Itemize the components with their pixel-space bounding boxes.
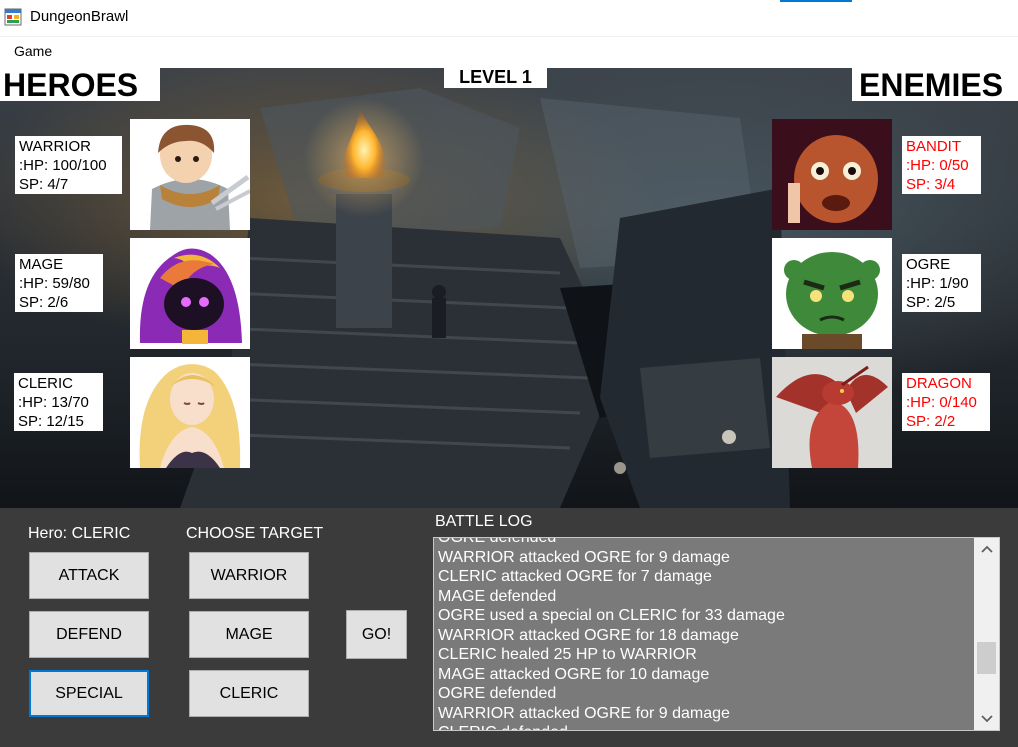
enemy-name: OGRE	[906, 256, 951, 273]
hero-stats-cleric: CLERIC :HP: 13/70 SP: 12/15	[14, 373, 103, 431]
hero-name: MAGE	[19, 256, 64, 273]
log-line: CLERIC attacked OGRE for 7 damage	[438, 568, 712, 585]
go-button[interactable]: GO!	[346, 610, 407, 659]
log-line: WARRIOR attacked OGRE for 9 damage	[438, 548, 730, 566]
hero-stats-mage: MAGE :HP: 59/80 SP: 2/6	[15, 254, 103, 312]
current-hero-label: Hero: CLERIC	[28, 525, 131, 542]
hero-name: CLERIC	[18, 375, 74, 392]
battle-scene: HEROES LEVEL 1 ENEMIES WARRIOR :HP: 100/…	[0, 68, 1018, 508]
control-panel: Hero: CLERIC CHOOSE TARGET BATTLE LOG AT…	[0, 508, 1018, 747]
hero-hp: :HP: 100/100	[19, 157, 107, 174]
hero-sp: SP: 12/15	[18, 413, 84, 430]
scroll-up-icon[interactable]	[974, 538, 999, 560]
mage-portrait[interactable]	[130, 238, 250, 349]
menu-bar: Game	[0, 37, 1018, 67]
ogre-portrait[interactable]	[772, 238, 892, 349]
enemy-hp: :HP: 1/90	[906, 275, 969, 292]
log-line: CLERIC defended	[438, 723, 968, 730]
level-banner: LEVEL 1	[444, 68, 547, 88]
target-mage-button[interactable]: MAGE	[189, 611, 309, 658]
enemy-sp: SP: 2/2	[906, 413, 956, 430]
scroll-thumb[interactable]	[977, 642, 996, 674]
battle-log-title: BATTLE LOG	[435, 513, 533, 530]
log-line: MAGE defended	[438, 587, 557, 605]
window-title: DungeonBrawl	[30, 8, 129, 25]
enemy-hp: :HP: 0/50	[906, 157, 969, 174]
log-line: OGRE defended	[438, 685, 557, 702]
hero-sp: SP: 4/7	[19, 176, 69, 193]
app-window-icon	[4, 8, 22, 26]
menu-game[interactable]: Game	[14, 43, 52, 59]
hero-hp: :HP: 13/70	[18, 394, 89, 411]
target-warrior-button[interactable]: WARRIOR	[189, 552, 309, 599]
hero-hp: :HP: 59/80	[19, 275, 90, 292]
defend-button[interactable]: DEFEND	[29, 611, 149, 658]
warrior-portrait[interactable]	[130, 119, 250, 230]
bandit-portrait[interactable]	[772, 119, 892, 230]
attack-button[interactable]: ATTACK	[29, 552, 149, 599]
log-line: WARRIOR attacked OGRE for 9 damage	[438, 704, 730, 722]
hero-name: WARRIOR	[19, 138, 91, 155]
log-line: CLERIC healed 25 HP to WARRIOR	[438, 646, 697, 663]
log-line: MAGE attacked OGRE for 10 damage	[438, 665, 710, 683]
log-line: WARRIOR attacked OGRE for 18 damage	[438, 626, 739, 644]
heroes-banner: HEROES	[0, 68, 160, 101]
hero-stats-warrior: WARRIOR :HP: 100/100 SP: 4/7	[15, 136, 122, 194]
enemy-hp: :HP: 0/140	[906, 394, 977, 411]
enemy-name: BANDIT	[906, 138, 962, 155]
log-line: OGRE used a special on CLERIC for 33 dam…	[438, 607, 785, 624]
choose-target-label: CHOOSE TARGET	[186, 525, 324, 542]
enemy-name: DRAGON	[906, 375, 972, 392]
enemy-stats-ogre: OGRE :HP: 1/90 SP: 2/5	[902, 254, 981, 312]
title-accent-line	[780, 0, 852, 2]
special-button[interactable]: SPECIAL	[29, 670, 149, 717]
enemy-stats-dragon: DRAGON :HP: 0/140 SP: 2/2	[902, 373, 990, 431]
enemies-banner: ENEMIES	[852, 68, 1018, 101]
log-line: OGRE defended	[438, 537, 557, 546]
battle-log-lines: OGRE defended WARRIOR attacked OGRE for …	[438, 537, 968, 730]
hero-sp: SP: 2/6	[19, 294, 69, 311]
log-scrollbar[interactable]	[974, 538, 999, 730]
battle-log[interactable]: OGRE defended WARRIOR attacked OGRE for …	[433, 537, 1000, 731]
enemy-sp: SP: 2/5	[906, 294, 956, 311]
target-cleric-button[interactable]: CLERIC	[189, 670, 309, 717]
enemy-sp: SP: 3/4	[906, 176, 956, 193]
cleric-portrait[interactable]	[130, 357, 250, 468]
dragon-portrait[interactable]	[772, 357, 892, 468]
scroll-down-icon[interactable]	[974, 708, 999, 730]
enemy-stats-bandit: BANDIT :HP: 0/50 SP: 3/4	[902, 136, 981, 194]
title-bar: DungeonBrawl	[0, 0, 1018, 37]
